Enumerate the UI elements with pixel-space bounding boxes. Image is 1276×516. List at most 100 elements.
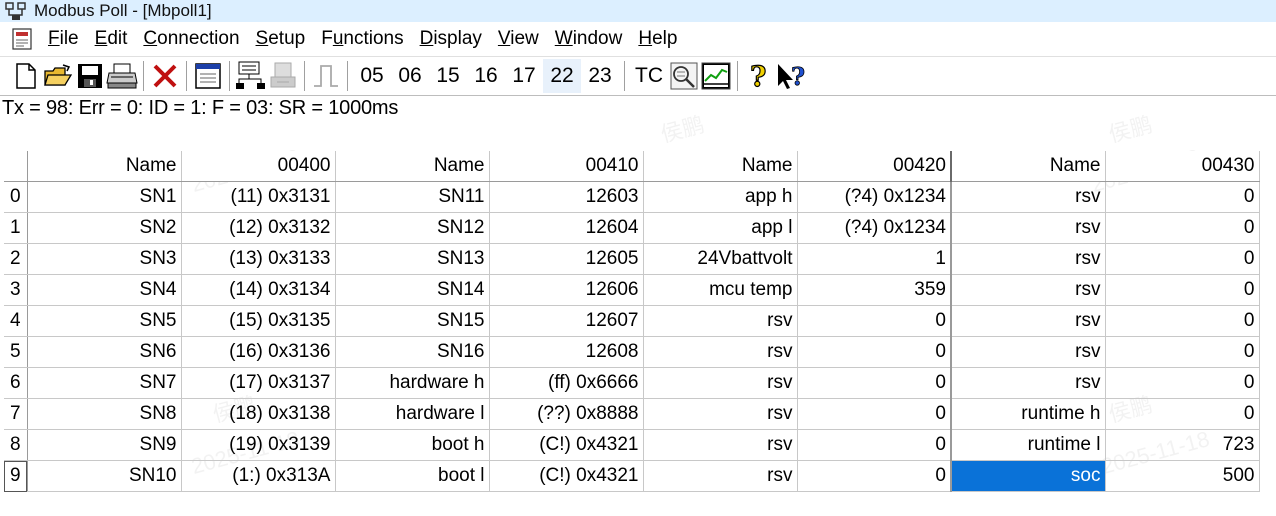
- value-cell[interactable]: (16) 0x3136: [181, 336, 336, 368]
- value-cell[interactable]: 0: [1105, 274, 1260, 306]
- column-header[interactable]: 00410: [489, 151, 644, 182]
- name-cell[interactable]: rsv: [951, 243, 1106, 275]
- value-cell[interactable]: 12605: [489, 243, 644, 275]
- print-icon[interactable]: [106, 59, 138, 93]
- row-index-cell[interactable]: 6: [4, 367, 28, 399]
- value-cell[interactable]: 0: [797, 367, 952, 399]
- value-cell[interactable]: (19) 0x3139: [181, 429, 336, 461]
- value-cell[interactable]: 0: [797, 305, 952, 337]
- name-cell[interactable]: SN16: [335, 336, 490, 368]
- value-cell[interactable]: (17) 0x3137: [181, 367, 336, 399]
- value-cell[interactable]: 0: [1105, 243, 1260, 275]
- name-cell[interactable]: hardware h: [335, 367, 490, 399]
- row-index-cell[interactable]: 4: [4, 305, 28, 337]
- name-cell[interactable]: runtime l: [951, 429, 1106, 461]
- name-cell[interactable]: SN5: [27, 305, 182, 337]
- row-index-cell[interactable]: 1: [4, 212, 28, 244]
- name-cell[interactable]: soc: [951, 460, 1106, 492]
- value-cell[interactable]: (18) 0x3138: [181, 398, 336, 430]
- function-05-button[interactable]: 05: [353, 59, 391, 93]
- value-cell[interactable]: 0: [1105, 181, 1260, 213]
- value-cell[interactable]: 0: [797, 336, 952, 368]
- name-cell[interactable]: 24Vbattvolt: [643, 243, 798, 275]
- name-cell[interactable]: app h: [643, 181, 798, 213]
- value-cell[interactable]: 0: [1105, 336, 1260, 368]
- help-icon[interactable]: ?: [743, 59, 775, 93]
- name-cell[interactable]: rsv: [643, 460, 798, 492]
- name-cell[interactable]: SN1: [27, 181, 182, 213]
- menu-item[interactable]: Display: [420, 28, 482, 50]
- value-cell[interactable]: (ff) 0x6666: [489, 367, 644, 399]
- traffic-monitor-icon[interactable]: [668, 59, 700, 93]
- name-cell[interactable]: SN3: [27, 243, 182, 275]
- value-cell[interactable]: 12608: [489, 336, 644, 368]
- column-header[interactable]: 00430: [1105, 151, 1260, 182]
- name-cell[interactable]: rsv: [951, 305, 1106, 337]
- value-cell[interactable]: 0: [797, 398, 952, 430]
- name-cell[interactable]: SN11: [335, 181, 490, 213]
- value-cell[interactable]: 12604: [489, 212, 644, 244]
- value-cell[interactable]: (13) 0x3133: [181, 243, 336, 275]
- name-cell[interactable]: SN6: [27, 336, 182, 368]
- function-22-button[interactable]: 22: [543, 59, 581, 93]
- close-x-icon[interactable]: [149, 59, 181, 93]
- name-cell[interactable]: runtime h: [951, 398, 1106, 430]
- value-cell[interactable]: (C!) 0x4321: [489, 429, 644, 461]
- new-document-icon[interactable]: [10, 59, 42, 93]
- column-header[interactable]: 00420: [797, 151, 952, 182]
- value-cell[interactable]: (15) 0x3135: [181, 305, 336, 337]
- name-cell[interactable]: boot h: [335, 429, 490, 461]
- value-cell[interactable]: 0: [797, 460, 952, 492]
- function-23-button[interactable]: 23: [581, 59, 619, 93]
- connect-icon[interactable]: [235, 59, 267, 93]
- value-cell[interactable]: (?4) 0x1234: [797, 181, 952, 213]
- function-06-button[interactable]: 06: [391, 59, 429, 93]
- row-index-cell[interactable]: 5: [4, 336, 28, 368]
- value-cell[interactable]: 0: [797, 429, 952, 461]
- name-cell[interactable]: SN10: [27, 460, 182, 492]
- value-cell[interactable]: 0: [1105, 212, 1260, 244]
- row-index-cell[interactable]: 9: [4, 460, 28, 492]
- name-cell[interactable]: rsv: [643, 429, 798, 461]
- name-cell[interactable]: rsv: [643, 398, 798, 430]
- value-cell[interactable]: 0: [1105, 305, 1260, 337]
- name-cell[interactable]: SN8: [27, 398, 182, 430]
- row-index-cell[interactable]: 7: [4, 398, 28, 430]
- name-cell[interactable]: rsv: [643, 367, 798, 399]
- window-icon[interactable]: [192, 59, 224, 93]
- realtime-chart-icon[interactable]: [700, 59, 732, 93]
- row-index-cell[interactable]: 3: [4, 274, 28, 306]
- name-cell[interactable]: SN4: [27, 274, 182, 306]
- menu-item[interactable]: Help: [638, 28, 677, 50]
- disconnect-icon[interactable]: [267, 59, 299, 93]
- menu-item[interactable]: Window: [555, 28, 623, 50]
- value-cell[interactable]: 12606: [489, 274, 644, 306]
- value-cell[interactable]: 12603: [489, 181, 644, 213]
- name-cell[interactable]: SN15: [335, 305, 490, 337]
- value-cell[interactable]: 359: [797, 274, 952, 306]
- row-index-cell[interactable]: 8: [4, 429, 28, 461]
- value-cell[interactable]: 0: [1105, 367, 1260, 399]
- column-header[interactable]: 00400: [181, 151, 336, 182]
- row-index-cell[interactable]: 0: [4, 181, 28, 213]
- value-cell[interactable]: (C!) 0x4321: [489, 460, 644, 492]
- name-cell[interactable]: rsv: [951, 367, 1106, 399]
- function-17-button[interactable]: 17: [505, 59, 543, 93]
- context-help-icon[interactable]: ?: [775, 59, 809, 93]
- name-cell[interactable]: rsv: [951, 212, 1106, 244]
- column-header[interactable]: Name: [951, 151, 1106, 182]
- function-16-button[interactable]: 16: [467, 59, 505, 93]
- function-15-button[interactable]: 15: [429, 59, 467, 93]
- row-index-cell[interactable]: 2: [4, 243, 28, 275]
- value-cell[interactable]: (14) 0x3134: [181, 274, 336, 306]
- name-cell[interactable]: SN12: [335, 212, 490, 244]
- value-cell[interactable]: 500: [1105, 460, 1260, 492]
- value-cell[interactable]: (??) 0x8888: [489, 398, 644, 430]
- name-cell[interactable]: SN13: [335, 243, 490, 275]
- name-cell[interactable]: SN2: [27, 212, 182, 244]
- value-cell[interactable]: (1:) 0x313A: [181, 460, 336, 492]
- save-icon[interactable]: [74, 59, 106, 93]
- name-cell[interactable]: rsv: [643, 336, 798, 368]
- name-cell[interactable]: rsv: [951, 181, 1106, 213]
- menu-item[interactable]: Setup: [256, 28, 306, 50]
